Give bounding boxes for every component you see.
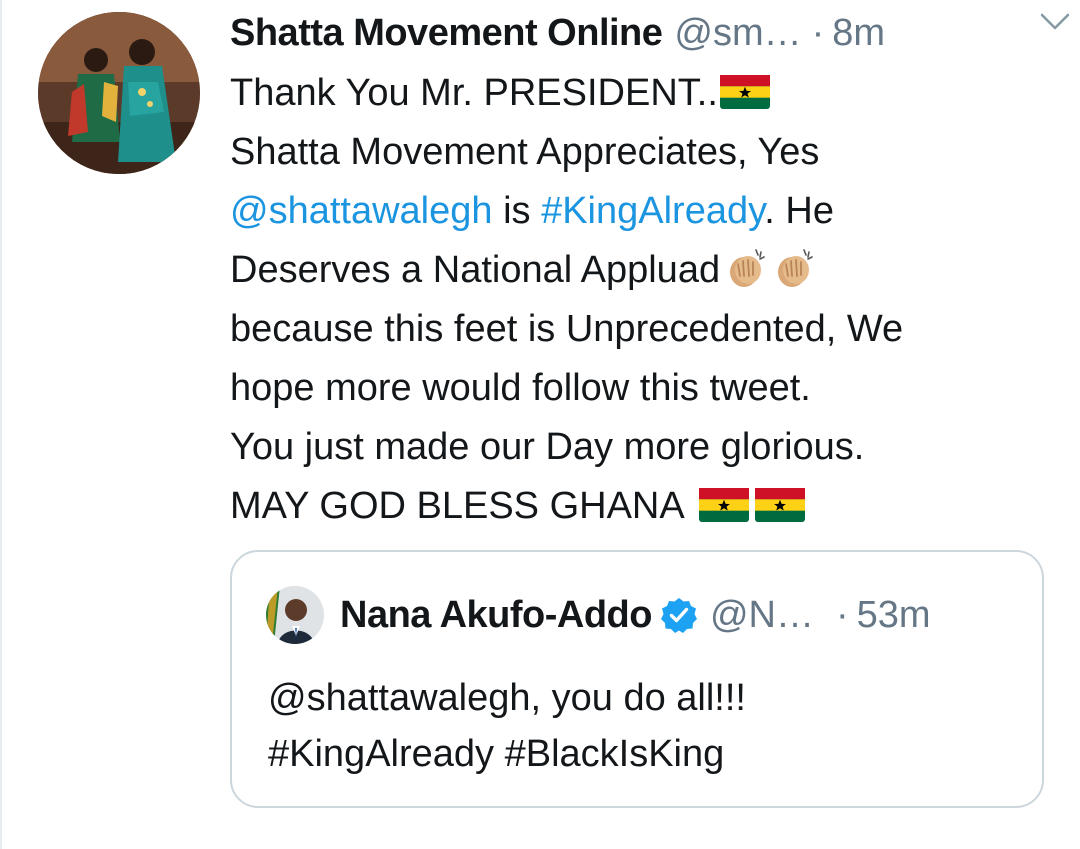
mention-link[interactable]: @shattawalegh — [230, 190, 493, 232]
quoted-avatar-photo — [266, 586, 324, 644]
quoted-author-avatar[interactable] — [266, 586, 324, 644]
quoted-tweet-header: Nana Akufo-Addo @N… · 53m — [340, 590, 1020, 640]
verified-badge-icon — [660, 596, 698, 634]
tweet-line-8: MAY GOD BLESS GHANA — [230, 477, 1060, 536]
author-name[interactable]: Shatta Movement Online — [230, 10, 663, 56]
tweet-line-1-text: Thank You Mr. PRESIDENT.. — [230, 72, 718, 114]
tweet-line-5: because this feet is Unprecedented, We — [230, 308, 904, 350]
tweet[interactable]: Shatta Movement Online @sm… · 8m Thank Y… — [0, 0, 1080, 849]
quoted-author-handle[interactable]: @N… — [710, 590, 814, 640]
tweet-line-3: @shattawalegh is #KingAlready. He — [230, 182, 1060, 241]
ghana-flag-icon — [719, 75, 770, 109]
timeline-divider — [0, 0, 2, 849]
tweet-line-2: Shatta Movement Appreciates, Yes — [230, 131, 820, 173]
tweet-line-4-text: Deserves a National Appluad — [230, 249, 721, 291]
quoted-tweet-card[interactable]: Nana Akufo-Addo @N… · 53m @shattawalegh,… — [230, 550, 1044, 808]
author-avatar[interactable] — [38, 12, 200, 174]
avatar-photo — [38, 12, 200, 174]
chevron-down-icon[interactable] — [1038, 10, 1072, 34]
tweet-timestamp[interactable]: 8m — [832, 10, 885, 56]
tweet-line-7: You just made our Day more glorious. — [230, 426, 865, 468]
tweet-line-1: Thank You Mr. PRESIDENT.. — [230, 64, 1060, 123]
ghana-flag-icon — [698, 488, 749, 522]
tweet-header: Shatta Movement Online @sm… · 8m — [230, 10, 1050, 56]
quoted-tweet-text: @shattawalegh, you do all!!! #KingAlread… — [268, 670, 1028, 782]
tweet-line-3-mid: is — [492, 190, 542, 232]
hashtag-link[interactable]: #KingAlready — [541, 190, 764, 232]
quoted-line-2: #KingAlready #BlackIsKing — [268, 733, 725, 775]
tweet-line-6: hope more would follow this tweet. — [230, 367, 811, 409]
separator-dot: · — [811, 12, 825, 54]
clapping-hands-icon — [724, 246, 768, 290]
ghana-flag-icon — [754, 488, 805, 522]
quoted-line-1: @shattawalegh, you do all!!! — [268, 677, 746, 719]
quoted-author-name[interactable]: Nana Akufo-Addo — [340, 590, 652, 640]
clapping-hands-icon — [772, 246, 816, 290]
quoted-tweet-timestamp[interactable]: 53m — [857, 590, 931, 640]
tweet-line-8-text: MAY GOD BLESS GHANA — [230, 485, 685, 527]
author-handle[interactable]: @sm… — [674, 10, 801, 56]
tweet-line-4: Deserves a National Appluad — [230, 241, 1060, 300]
quoted-separator-dot: · — [836, 594, 849, 636]
tweet-text: Thank You Mr. PRESIDENT.. Shatta Movemen… — [230, 64, 1060, 536]
tweet-line-3-end: . He — [764, 190, 834, 232]
